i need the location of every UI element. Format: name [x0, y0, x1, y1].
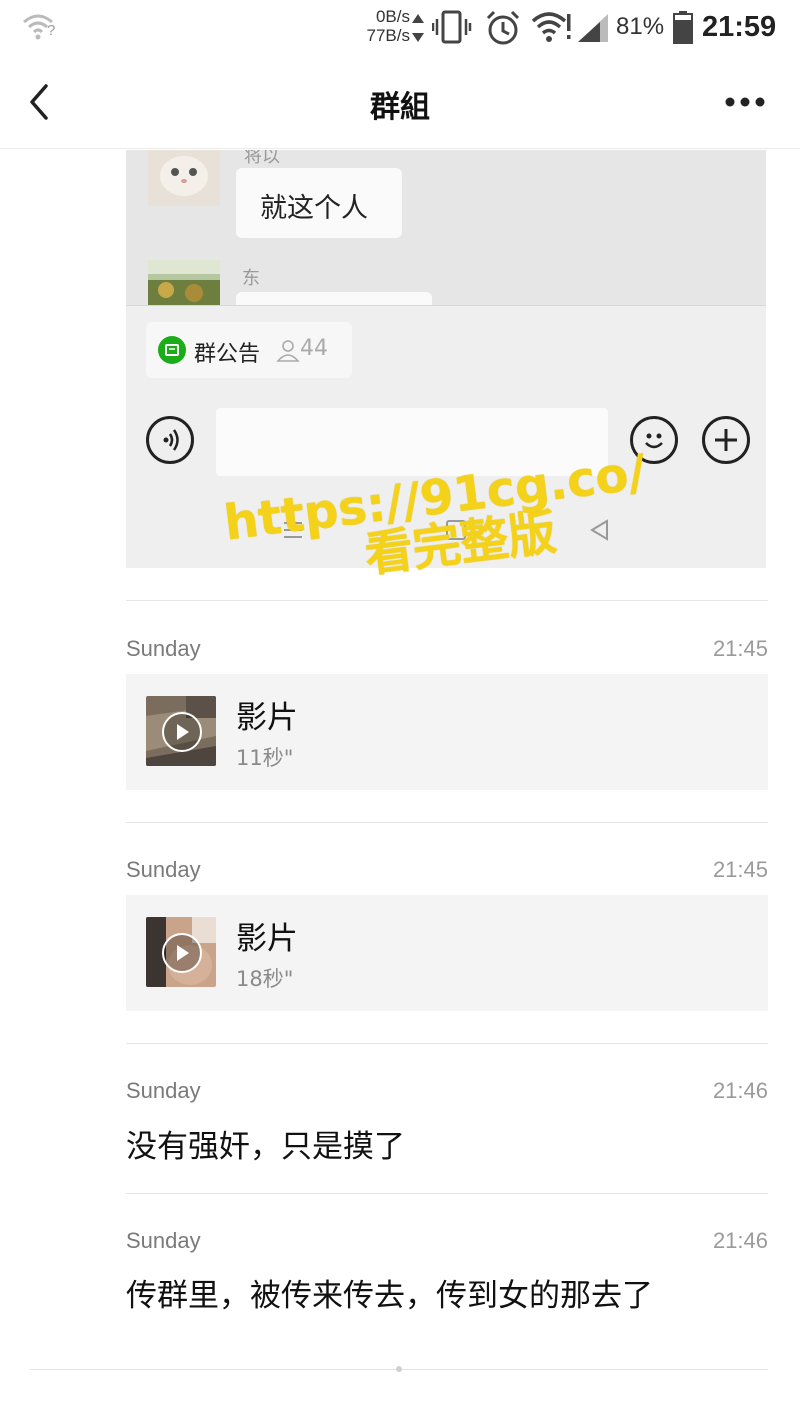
- data-arrows-icon: [412, 14, 424, 42]
- video-card[interactable]: 影片 11秒": [126, 674, 768, 790]
- status-bar: ? 0B/s 77B/s 81% 21:59: [0, 0, 800, 56]
- record-day: Sunday: [126, 636, 201, 661]
- alarm-icon: [486, 10, 520, 45]
- person-icon: [276, 340, 300, 362]
- page-title: 群組: [370, 90, 430, 125]
- record-day: Sunday: [126, 1078, 201, 1103]
- battery-icon: [673, 11, 693, 44]
- voice-icon[interactable]: [146, 416, 194, 464]
- more-dots-icon[interactable]: [724, 96, 766, 108]
- list-item[interactable]: Sunday 21:46 传群里，被传来传去，传到女的那去了: [126, 1193, 768, 1343]
- net-up-speed: 77B/s: [366, 26, 410, 45]
- chat-bubble-text: 就这个人: [260, 193, 368, 224]
- cat-avatar: [148, 150, 220, 206]
- list-item[interactable]: Sunday 21:45 影片 18秒": [126, 822, 768, 1042]
- clock: 21:59: [702, 11, 777, 43]
- video-label: 影片: [236, 921, 298, 957]
- battery-percent: 81%: [616, 13, 665, 40]
- wifi-unknown-icon: [23, 14, 53, 40]
- back-triangle-icon[interactable]: [588, 518, 612, 542]
- record-time: 21:46: [712, 1228, 768, 1253]
- end-dot: [396, 1366, 402, 1372]
- video-thumbnail[interactable]: [146, 917, 216, 987]
- landscape-avatar: [148, 260, 220, 306]
- video-card[interactable]: 影片 18秒": [126, 895, 768, 1011]
- record-time: 21:45: [712, 857, 768, 882]
- play-icon: [162, 933, 202, 973]
- network-speed: 0B/s 77B/s: [340, 7, 410, 45]
- record-text: 传群里，被传来传去，传到女的那去了: [126, 1278, 653, 1314]
- wifi-icon: [532, 12, 571, 42]
- vibrate-icon: [432, 10, 472, 44]
- add-icon[interactable]: [702, 416, 750, 464]
- embedded-chat-area: 将以 就这个人 东: [126, 150, 766, 312]
- video-duration: 18秒": [236, 967, 294, 991]
- chat-bubble: 就这个人: [236, 168, 402, 238]
- record-text: 没有强奸，只是摸了: [126, 1129, 405, 1165]
- video-thumbnail[interactable]: [146, 696, 216, 766]
- member-count: 44: [300, 336, 328, 361]
- notice-icon: [158, 336, 186, 364]
- video-label: 影片: [236, 700, 298, 736]
- video-duration: 11秒": [236, 746, 294, 770]
- play-icon: [162, 712, 202, 752]
- record-time: 21:46: [712, 1078, 768, 1103]
- sender-name: 东: [242, 268, 260, 289]
- net-down-speed: 0B/s: [375, 7, 410, 26]
- wifi-question-mark: ?: [47, 22, 56, 39]
- list-item[interactable]: Sunday 21:45 影片 11秒": [126, 600, 768, 822]
- record-time: 21:45: [712, 636, 768, 661]
- list-item[interactable]: Sunday 21:46 没有强奸，只是摸了: [126, 1043, 768, 1193]
- group-notice-chip[interactable]: 群公告 44: [146, 322, 352, 378]
- sender-name: 将以: [244, 150, 280, 167]
- group-notice-label: 群公告: [194, 342, 261, 367]
- record-day: Sunday: [126, 857, 201, 882]
- signal-icon: [578, 14, 608, 42]
- record-day: Sunday: [126, 1228, 201, 1253]
